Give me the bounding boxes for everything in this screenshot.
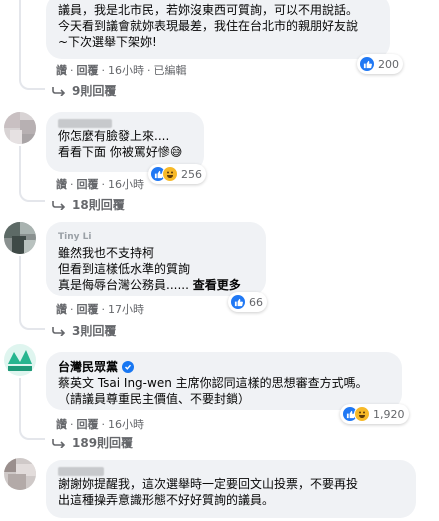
like-button[interactable]: 讚 bbox=[56, 418, 67, 431]
comment-author[interactable] bbox=[58, 119, 192, 128]
avatar[interactable] bbox=[4, 112, 36, 144]
reply-button[interactable]: 回覆 bbox=[77, 418, 99, 431]
thread-connector bbox=[19, 60, 45, 90]
comment-bubble: 台灣民眾黨 蔡英文 Tsai Ing-wen 主席你認同這樣的思想審查方式嗎。 … bbox=[46, 352, 402, 410]
comment-author[interactable]: 台灣民眾黨 bbox=[58, 359, 390, 375]
like-icon bbox=[359, 56, 375, 72]
thread-connector bbox=[19, 308, 45, 330]
reply-button[interactable]: 回覆 bbox=[77, 178, 99, 191]
view-replies-link[interactable]: 18則回覆 bbox=[52, 196, 125, 213]
comment-author[interactable]: Tiny Li bbox=[58, 229, 254, 245]
see-more-link[interactable]: 查看更多 bbox=[193, 278, 241, 292]
verified-badge-icon bbox=[122, 361, 135, 373]
edited-label: 已編輯 bbox=[153, 64, 187, 77]
timestamp[interactable]: 17小時 bbox=[108, 303, 144, 316]
avatar[interactable] bbox=[4, 344, 36, 376]
comment-bubble: 議員，我是北市民，若妳沒東西可質詢，可以不用說話。 今天看到議會就妳表現最差，我… bbox=[46, 0, 390, 59]
replies-count: 18則回覆 bbox=[72, 198, 125, 212]
like-icon bbox=[230, 294, 246, 310]
comment-bubble: 你怎麼有臉發上來.... 看看下面 你被罵好慘😅 bbox=[46, 112, 204, 172]
comment-actions: 讚 · 回覆 · 16小時 · 已編輯 bbox=[56, 64, 187, 77]
like-button[interactable]: 讚 bbox=[56, 178, 67, 191]
reply-button[interactable]: 回覆 bbox=[77, 303, 99, 316]
haha-icon bbox=[162, 166, 178, 182]
thread-line bbox=[19, 0, 21, 60]
reply-arrow-icon bbox=[52, 86, 66, 96]
reaction-summary[interactable]: 66 bbox=[228, 292, 267, 312]
reply-arrow-icon bbox=[52, 326, 66, 336]
reply-arrow-icon bbox=[52, 438, 66, 448]
haha-icon bbox=[354, 406, 370, 422]
view-replies-link[interactable]: 9則回覆 bbox=[52, 82, 116, 99]
comment-text: 蔡英文 Tsai Ing-wen 主席你認同這樣的思想審查方式嗎。 （請議員尊重… bbox=[58, 376, 368, 406]
reaction-count: 200 bbox=[378, 57, 399, 71]
comment-actions: 讚 · 回覆 · 16小時 bbox=[56, 178, 144, 191]
comment-text: 雖然我也不支持柯 但看到這樣低水準的質詢 真是侮辱台灣公務員...... 查看更… bbox=[58, 246, 241, 292]
view-replies-link[interactable]: 189則回覆 bbox=[52, 434, 133, 451]
replies-count: 9則回覆 bbox=[72, 84, 117, 98]
reply-button[interactable]: 回覆 bbox=[77, 64, 99, 77]
timestamp[interactable]: 16小時 bbox=[108, 418, 144, 431]
thread-line bbox=[19, 378, 21, 424]
reaction-summary[interactable]: 1,920 bbox=[340, 404, 409, 424]
like-button[interactable]: 讚 bbox=[56, 303, 67, 316]
author-name[interactable]: 台灣民眾黨 bbox=[58, 359, 118, 375]
comment-bubble: Tiny Li 雖然我也不支持柯 但看到這樣低水準的質詢 真是侮辱台灣公務員..… bbox=[46, 222, 266, 296]
comment-author[interactable] bbox=[58, 467, 404, 476]
thread-connector bbox=[19, 424, 45, 440]
reply-arrow-icon bbox=[52, 200, 66, 210]
avatar[interactable] bbox=[4, 458, 36, 490]
comment-actions: 讚 · 回覆 · 17小時 bbox=[56, 303, 144, 316]
thread-line bbox=[19, 146, 21, 186]
reaction-summary[interactable]: 200 bbox=[357, 54, 403, 74]
reaction-count: 1,920 bbox=[373, 407, 405, 421]
comment-bubble: 謝謝妳提醒我，這次選舉時一定要回文山投票，不要再投 出這種操弄意識形態不好好質詢… bbox=[46, 460, 416, 518]
avatar[interactable] bbox=[4, 222, 36, 254]
timestamp[interactable]: 16小時 bbox=[108, 178, 144, 191]
comment-text: 議員，我是北市民，若妳沒東西可質詢，可以不用說話。 今天看到議會就妳表現最差，我… bbox=[58, 3, 359, 49]
replies-count: 189則回覆 bbox=[72, 436, 134, 450]
timestamp[interactable]: 16小時 bbox=[108, 64, 144, 77]
comment-text: 你怎麼有臉發上來.... 看看下面 你被罵好慘😅 bbox=[58, 129, 183, 159]
view-replies-link[interactable]: 3則回覆 bbox=[52, 322, 116, 339]
reaction-count: 256 bbox=[181, 167, 202, 181]
comment-text: 謝謝妳提醒我，這次選舉時一定要回文山投票，不要再投 出這種操弄意識形態不好好質詢… bbox=[58, 477, 359, 507]
thread-connector bbox=[19, 186, 45, 202]
replies-count: 3則回覆 bbox=[72, 324, 117, 338]
reaction-count: 66 bbox=[249, 295, 263, 309]
thread-line bbox=[19, 256, 21, 308]
like-button[interactable]: 讚 bbox=[56, 64, 67, 77]
comment-actions: 讚 · 回覆 · 16小時 bbox=[56, 418, 144, 431]
reaction-summary[interactable]: 256 bbox=[148, 164, 206, 184]
